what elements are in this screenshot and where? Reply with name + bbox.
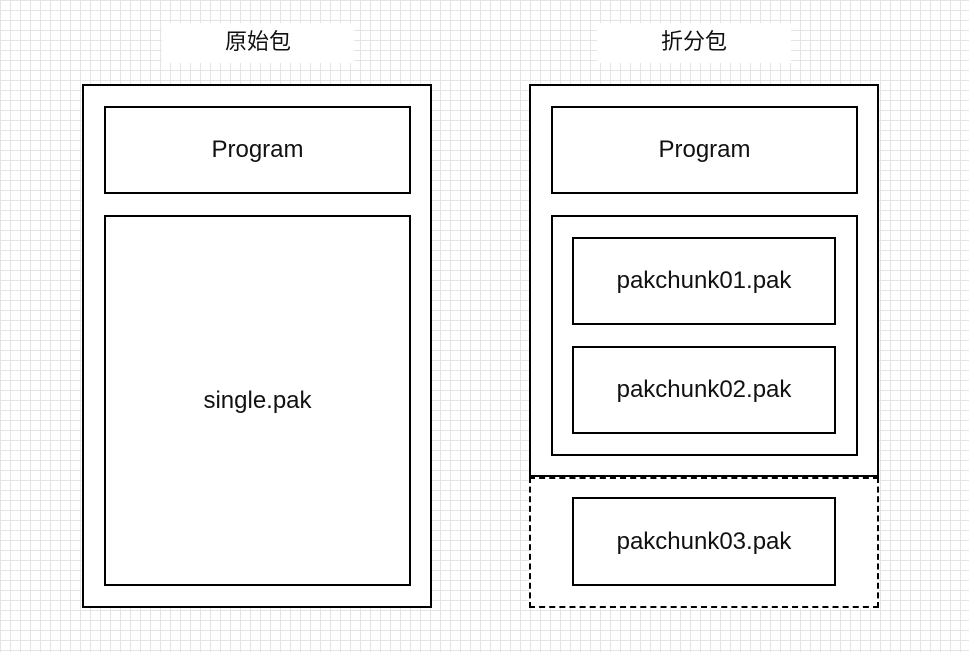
split-program-label: Program: [658, 136, 751, 163]
original-package-title: 原始包: [162, 23, 354, 63]
pakchunk01-box: pakchunk01.pak: [572, 237, 836, 325]
original-program-label: Program: [211, 136, 304, 163]
pakchunk02-label: pakchunk02.pak: [616, 376, 792, 403]
split-package-title: 折分包: [597, 23, 791, 63]
single-pak-label: single.pak: [203, 386, 312, 414]
pakchunk01-label: pakchunk01.pak: [616, 267, 792, 294]
split-program-box: Program: [551, 106, 858, 194]
pakchunk03-box: pakchunk03.pak: [572, 497, 836, 586]
pakchunk03-label: pakchunk03.pak: [616, 527, 792, 555]
original-program-box: Program: [104, 106, 411, 194]
pakchunk02-box: pakchunk02.pak: [572, 346, 836, 434]
single-pak-box: single.pak: [104, 215, 411, 586]
